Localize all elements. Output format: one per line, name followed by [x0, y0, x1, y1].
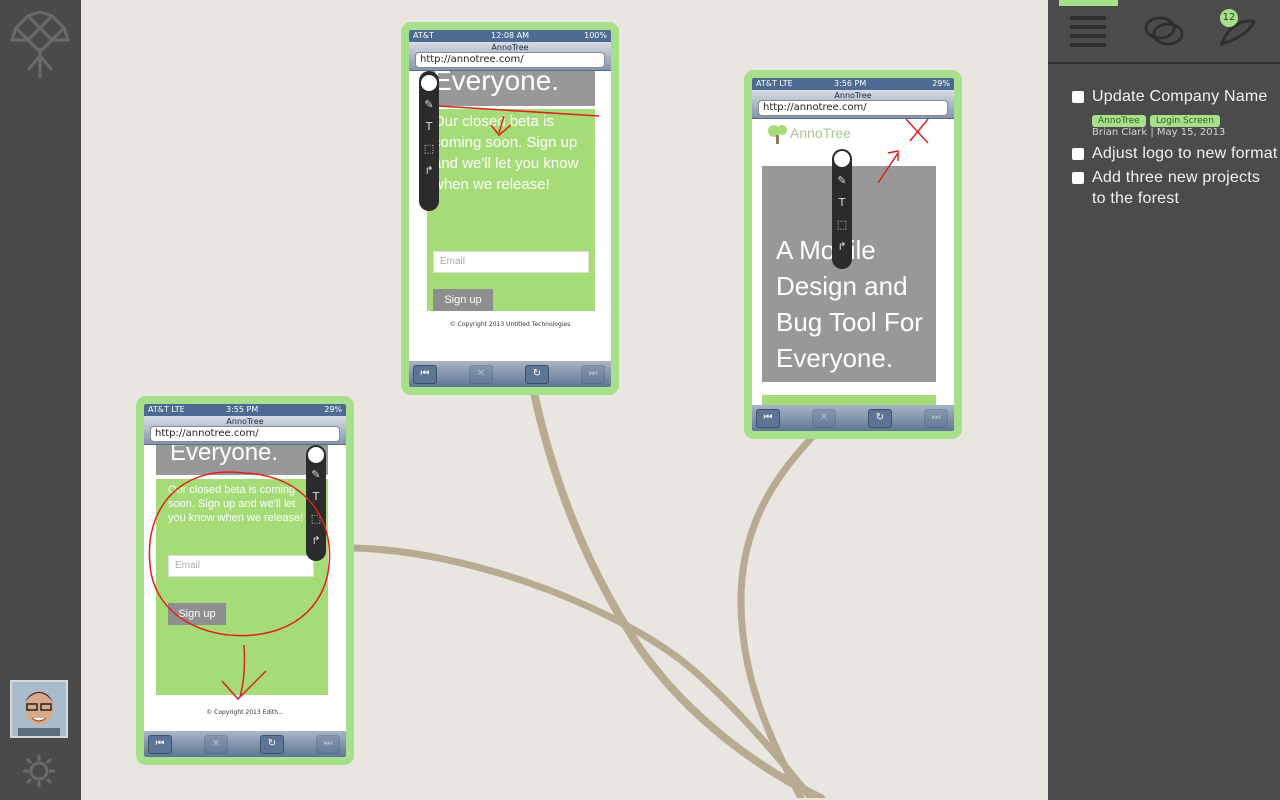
browser-toolbar: ⏮ ✕ ↻ ⏭: [409, 361, 611, 387]
comments-icon[interactable]: [1144, 14, 1184, 48]
task-label-line2: to the forest: [1092, 190, 1180, 207]
time-label: 12:08 AM: [491, 31, 529, 40]
red-annotation: [438, 105, 600, 137]
refresh-button[interactable]: ↻: [525, 365, 549, 384]
time-label: 3:55 PM: [226, 405, 259, 414]
refresh-button[interactable]: ↻: [868, 409, 892, 428]
task-meta: Brian Clark | May 15, 2013: [1092, 127, 1226, 138]
app-title: AnnoTree: [834, 91, 872, 100]
app-title: AnnoTree: [491, 43, 529, 52]
task-label: Update Company Name: [1092, 88, 1268, 105]
forward-button[interactable]: ⏭: [316, 735, 340, 754]
battery-label: 100%: [584, 31, 607, 40]
select-tool-icon[interactable]: ⬚: [836, 219, 848, 231]
task-checkbox[interactable]: [1072, 91, 1084, 103]
battery-label: 29%: [932, 79, 950, 88]
url-field[interactable]: http://annotree.com/: [758, 100, 948, 116]
status-bar: AT&T LTE 3:55 PM 29%: [144, 404, 346, 416]
copyright-text: © Copyright 2013 Untitled Technologies: [449, 321, 571, 328]
status-bar: AT&T LTE 3:56 PM 29%: [752, 78, 954, 90]
back-button[interactable]: ⏮: [756, 409, 780, 428]
tag-login-screen[interactable]: Login Screen: [1149, 115, 1220, 127]
tag-annotree[interactable]: AnnoTree: [1092, 115, 1146, 127]
url-field[interactable]: http://annotree.com/: [150, 426, 340, 442]
signup-button[interactable]: Sign up: [433, 289, 493, 311]
settings-gear-icon[interactable]: [20, 752, 58, 790]
task-panel: 12 Update Company Name AnnoTree Login Scr…: [1048, 0, 1280, 800]
beta-section-peek: [762, 395, 936, 405]
carrier-label: AT&T: [413, 31, 434, 40]
page-viewport: Everyone. Our closed beta is coming soon…: [144, 445, 346, 731]
stop-button[interactable]: ✕: [204, 735, 228, 754]
refresh-button[interactable]: ↻: [260, 735, 284, 754]
share-icon[interactable]: ↱: [836, 241, 848, 253]
back-button[interactable]: ⏮: [413, 365, 437, 384]
left-sidebar: [0, 0, 81, 800]
stop-button[interactable]: ✕: [469, 365, 493, 384]
annotations-count-badge: 12: [1220, 9, 1238, 27]
red-annotation: [877, 119, 929, 184]
browser-url-bar: AnnoTree http://annotree.com/: [144, 416, 346, 445]
phone-screenshot-left[interactable]: AT&T LTE 3:55 PM 29% AnnoTree http://ann…: [136, 396, 354, 765]
browser-url-bar: AnnoTree http://annotree.com/: [752, 90, 954, 119]
active-tab-indicator: [1059, 0, 1118, 6]
forward-button[interactable]: ⏭: [924, 409, 948, 428]
user-avatar[interactable]: [10, 680, 68, 738]
panel-tabs: 12: [1048, 0, 1280, 64]
browser-toolbar: ⏮ ✕ ↻ ⏭: [144, 731, 346, 757]
page-viewport: Everyone. Our closed beta is coming soon…: [409, 71, 611, 361]
stop-button[interactable]: ✕: [812, 409, 836, 428]
url-field[interactable]: http://annotree.com/: [415, 52, 605, 68]
annotree-logo-icon[interactable]: [8, 8, 72, 80]
list-icon[interactable]: [1068, 14, 1108, 48]
time-label: 3:56 PM: [834, 79, 867, 88]
browser-toolbar: ⏮ ✕ ↻ ⏭: [752, 405, 954, 431]
back-button[interactable]: ⏮: [148, 735, 172, 754]
task-checkbox[interactable]: [1072, 172, 1084, 184]
carrier-label: AT&T LTE: [756, 79, 793, 88]
red-annotation: [148, 471, 331, 701]
task-tags: AnnoTree Login Screen: [1092, 108, 1224, 127]
task-label: Adjust logo to new format: [1092, 145, 1278, 162]
task-checkbox[interactable]: [1072, 148, 1084, 160]
browser-url-bar: AnnoTree http://annotree.com/: [409, 42, 611, 71]
battery-label: 29%: [324, 405, 342, 414]
forward-button[interactable]: ⏭: [581, 365, 605, 384]
status-bar: AT&T 12:08 AM 100%: [409, 30, 611, 42]
carrier-label: AT&T LTE: [148, 405, 185, 414]
app-title: AnnoTree: [226, 417, 264, 426]
tree-canvas[interactable]: AT&T 12:08 AM 100% AnnoTree http://annot…: [81, 0, 1048, 798]
phone-screenshot-right[interactable]: AT&T LTE 3:56 PM 29% AnnoTree http://ann…: [744, 70, 962, 439]
copyright-text: © Copyright 2013 Edith...: [206, 709, 284, 716]
page-viewport: AnnoTree A Mobile Design and Bug Tool Fo…: [752, 119, 954, 405]
phone-screenshot-top[interactable]: AT&T 12:08 AM 100% AnnoTree http://annot…: [401, 22, 619, 395]
task-label: Add three new projects: [1092, 169, 1261, 186]
